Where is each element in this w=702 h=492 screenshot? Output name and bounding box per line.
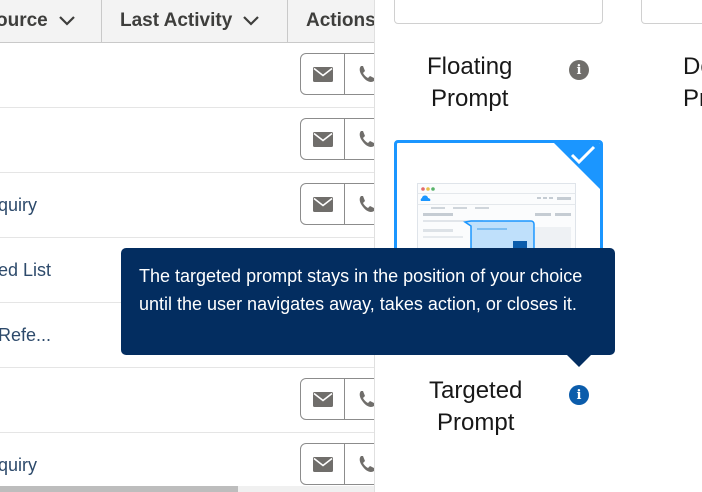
email-icon — [312, 131, 333, 147]
call-button[interactable] — [345, 183, 374, 225]
call-button[interactable] — [345, 53, 374, 95]
email-button[interactable] — [300, 183, 346, 225]
column-divider[interactable] — [101, 0, 102, 42]
call-button[interactable] — [345, 443, 374, 485]
prompt-type-panel: Floating Prompt i Do Pr — [374, 0, 702, 492]
email-icon — [312, 66, 333, 82]
table-row — [0, 368, 374, 433]
floating-label-line1: Floating — [427, 53, 513, 80]
email-icon — [312, 391, 333, 407]
email-button[interactable] — [300, 118, 346, 160]
email-icon — [312, 196, 333, 212]
phone-icon — [359, 66, 374, 82]
column-header-last-activity-label: Last Activity — [120, 10, 233, 31]
row-actions — [300, 183, 374, 227]
source-cell[interactable]: quiry — [0, 173, 37, 237]
horizontal-scrollbar[interactable] — [0, 486, 374, 492]
phone-icon — [359, 391, 374, 407]
row-actions — [300, 378, 374, 422]
docked-label-line1: Do — [683, 53, 702, 80]
chevron-down-icon[interactable] — [242, 15, 260, 27]
column-header-source[interactable]: ource — [0, 0, 76, 42]
table-header: ource Last Activity Actions — [0, 0, 374, 43]
source-cell[interactable]: ed List — [0, 238, 51, 302]
targeted-label-line1: Targeted — [429, 377, 523, 404]
docked-label-line2: Pr — [683, 85, 702, 112]
phone-icon — [359, 131, 374, 147]
tooltip-pointer — [565, 353, 593, 367]
docked-prompt-card[interactable] — [641, 0, 702, 24]
email-button[interactable] — [300, 53, 346, 95]
targeted-prompt-label: Targeted Prompt — [429, 375, 522, 439]
source-cell[interactable]: quiry — [0, 433, 37, 492]
chevron-down-icon[interactable] — [58, 15, 76, 27]
column-header-actions-label: Actions — [306, 10, 374, 31]
source-cell[interactable]: Refe... — [0, 303, 51, 367]
column-header-source-label: ource — [0, 10, 48, 31]
checkmark-icon — [570, 145, 596, 165]
info-icon[interactable]: i — [569, 60, 589, 80]
call-button[interactable] — [345, 118, 374, 160]
floating-label-line2: Prompt — [431, 85, 509, 112]
targeted-label-line2: Prompt — [437, 409, 515, 436]
info-icon-active[interactable]: i — [569, 385, 589, 405]
email-button[interactable] — [300, 378, 346, 420]
floating-prompt-card[interactable] — [394, 0, 603, 24]
docked-prompt-label: Do Pr — [683, 51, 702, 115]
table-row — [0, 43, 374, 108]
table-row: quiry — [0, 173, 374, 238]
column-divider[interactable] — [287, 0, 288, 42]
email-button[interactable] — [300, 443, 346, 485]
call-button[interactable] — [345, 378, 374, 420]
row-actions — [300, 443, 374, 487]
email-icon — [312, 456, 333, 472]
records-table: ource Last Activity Actions quiry ed Lis… — [0, 0, 374, 492]
scrollbar-thumb[interactable] — [0, 486, 238, 492]
table-row — [0, 108, 374, 173]
floating-prompt-label: Floating Prompt — [427, 51, 512, 115]
row-actions — [300, 118, 374, 162]
table-row: quiry — [0, 433, 374, 492]
row-actions — [300, 53, 374, 97]
phone-icon — [359, 196, 374, 212]
phone-icon — [359, 456, 374, 472]
targeted-prompt-tooltip: The targeted prompt stays in the positio… — [121, 248, 615, 367]
column-header-last-activity[interactable]: Last Activity — [120, 0, 260, 42]
tooltip-text: The targeted prompt stays in the positio… — [139, 266, 583, 314]
column-header-actions: Actions — [306, 0, 374, 42]
